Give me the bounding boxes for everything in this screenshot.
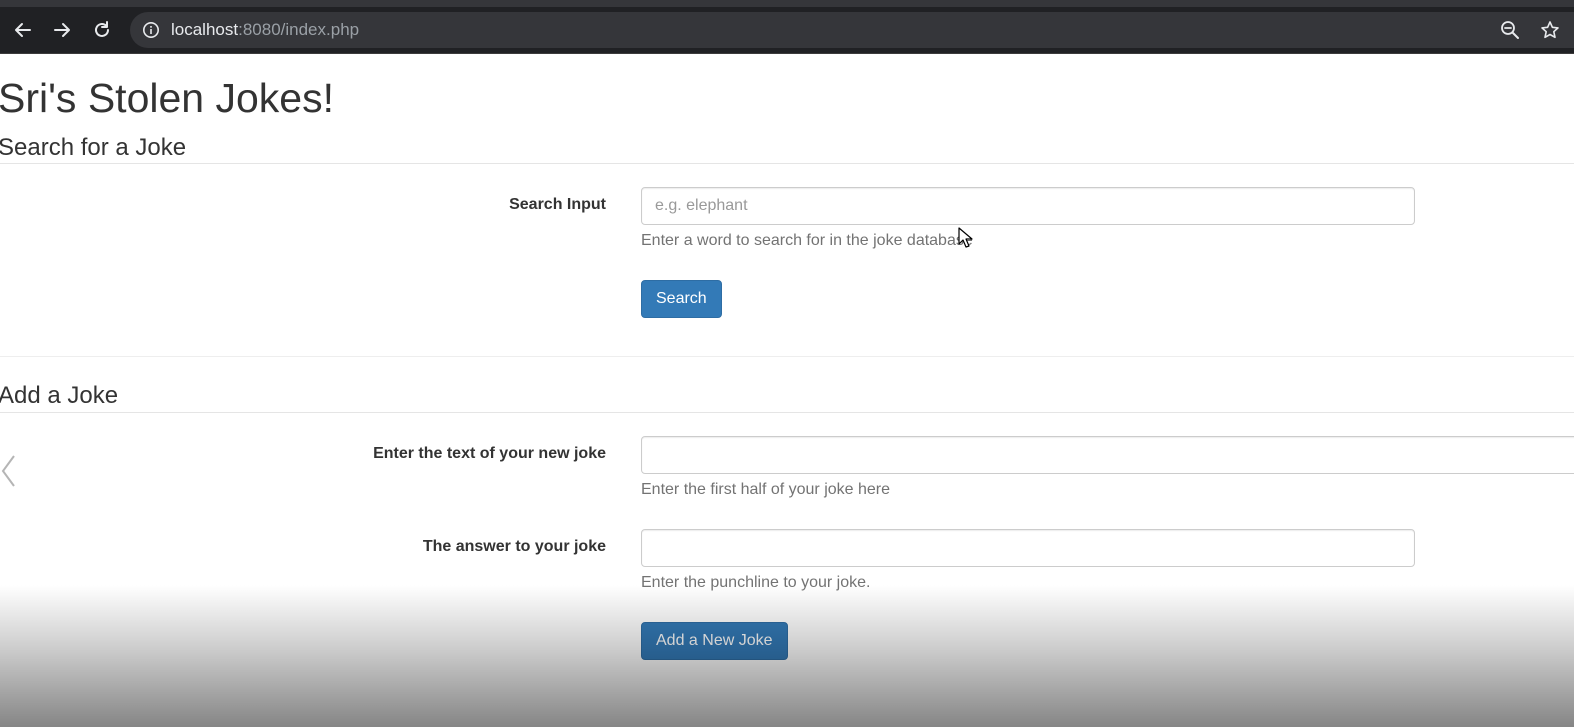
browser-toolbar: localhost:8080/index.php (0, 0, 1574, 54)
section-divider (0, 356, 1574, 357)
search-button[interactable]: Search (641, 280, 722, 318)
answer-input[interactable] (641, 529, 1415, 567)
url-host: localhost (171, 20, 239, 39)
search-input-label: Search Input (509, 196, 606, 213)
reload-button[interactable] (89, 17, 115, 43)
add-section-heading: Add a Joke (0, 382, 119, 409)
search-help-text: Enter a word to search for in the joke d… (641, 232, 973, 249)
back-button[interactable] (10, 17, 36, 43)
mouse-cursor-icon (958, 227, 973, 248)
info-icon[interactable] (142, 21, 160, 39)
joke-text-input[interactable] (641, 436, 1574, 474)
forward-button[interactable] (49, 17, 75, 43)
url-path: :8080/index.php (238, 20, 360, 39)
joke-help-text: Enter the first half of your joke here (641, 481, 891, 498)
answer-help-text: Enter the punchline to your joke. (641, 574, 871, 591)
search-input[interactable] (641, 187, 1415, 225)
page-content: Sri's Stolen Jokes! Search for a Joke Se… (0, 55, 1574, 727)
zoom-out-icon[interactable] (1500, 20, 1520, 40)
chevron-left-icon[interactable] (0, 453, 18, 489)
tab-strip-edge (0, 0, 1574, 7)
star-icon[interactable] (1540, 20, 1560, 40)
search-section-heading: Search for a Joke (0, 134, 187, 161)
answer-label: The answer to your joke (422, 538, 606, 555)
add-heading-divider (0, 412, 1574, 413)
page-title: Sri's Stolen Jokes! (0, 75, 334, 121)
address-bar[interactable]: localhost:8080/index.php (130, 12, 1574, 48)
reload-icon (95, 21, 109, 37)
forward-arrow-icon (54, 23, 70, 37)
add-joke-button[interactable]: Add a New Joke (641, 622, 788, 660)
search-heading-divider (0, 163, 1574, 164)
back-arrow-icon (15, 23, 31, 37)
url-text[interactable]: localhost:8080/index.php (171, 20, 359, 40)
joke-text-label: Enter the text of your new joke (373, 445, 606, 462)
